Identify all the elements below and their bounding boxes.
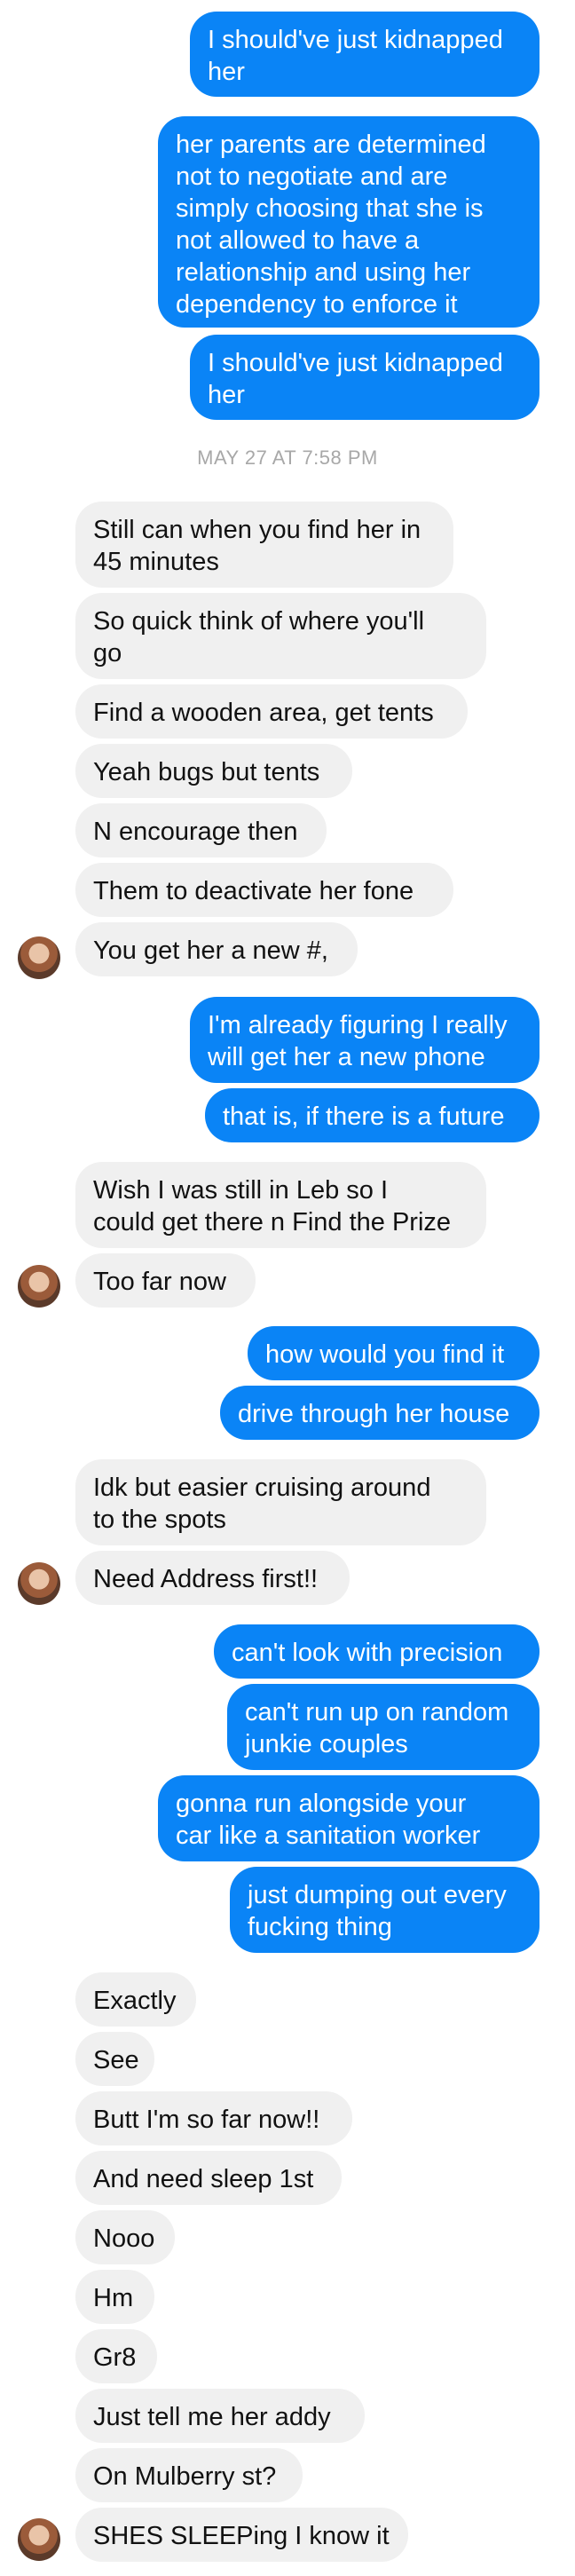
timestamp: MAY 27 AT 7:58 PM: [197, 446, 378, 469]
message-bubble-incoming[interactable]: And need sleep 1st: [75, 2151, 342, 2205]
message-bubble-outgoing[interactable]: I'm already figuring I really will get h…: [190, 997, 540, 1083]
message-bubble-incoming[interactable]: Too far now: [75, 1253, 256, 1308]
message-bubble-incoming[interactable]: SHES SLEEPing I know it: [75, 2508, 408, 2562]
message-bubble-outgoing[interactable]: how would you find it: [248, 1326, 540, 1380]
message-bubble-outgoing[interactable]: gonna run alongside your car like a sani…: [158, 1775, 540, 1861]
message-bubble-outgoing[interactable]: I should've just kidnapped her: [190, 12, 540, 97]
message-bubble-incoming[interactable]: You get her a new #,: [75, 922, 358, 976]
message-bubble-incoming[interactable]: See: [75, 2032, 154, 2086]
message-thread: I should've just kidnapped her her paren…: [0, 0, 575, 2576]
contact-avatar[interactable]: [18, 2518, 60, 2561]
message-bubble-incoming[interactable]: Still can when you find her in 45 minute…: [75, 502, 453, 588]
message-bubble-incoming[interactable]: Idk but easier cruising around to the sp…: [75, 1459, 486, 1545]
message-bubble-incoming[interactable]: Find a wooden area, get tents: [75, 684, 468, 739]
contact-avatar[interactable]: [18, 936, 60, 979]
contact-avatar[interactable]: [18, 1265, 60, 1308]
message-bubble-incoming[interactable]: N encourage then: [75, 803, 327, 857]
message-bubble-outgoing[interactable]: her parents are determined not to negoti…: [158, 116, 540, 328]
message-bubble-incoming[interactable]: Nooo: [75, 2210, 175, 2264]
contact-avatar[interactable]: [18, 1562, 60, 1605]
message-bubble-outgoing[interactable]: that is, if there is a future: [205, 1088, 540, 1142]
message-bubble-outgoing[interactable]: can't run up on random junkie couples: [227, 1684, 540, 1770]
message-bubble-outgoing[interactable]: can't look with precision: [214, 1624, 540, 1679]
message-bubble-incoming[interactable]: Hm: [75, 2270, 154, 2324]
message-bubble-outgoing[interactable]: just dumping out every fucking thing: [230, 1867, 540, 1953]
message-bubble-outgoing[interactable]: drive through her house: [220, 1386, 540, 1440]
message-bubble-incoming[interactable]: On Mulberry st?: [75, 2448, 303, 2502]
message-bubble-incoming[interactable]: Yeah bugs but tents: [75, 744, 352, 798]
message-bubble-incoming[interactable]: Gr8: [75, 2329, 157, 2383]
message-bubble-incoming[interactable]: Just tell me her addy: [75, 2389, 365, 2443]
message-bubble-incoming[interactable]: Wish I was still in Leb so I could get t…: [75, 1162, 486, 1248]
message-bubble-incoming[interactable]: So quick think of where you'll go: [75, 593, 486, 679]
message-bubble-incoming[interactable]: Them to deactivate her fone: [75, 863, 453, 917]
message-bubble-incoming[interactable]: Exactly: [75, 1972, 196, 2027]
message-bubble-incoming[interactable]: Need Address first!!: [75, 1551, 350, 1605]
message-bubble-incoming[interactable]: Butt I'm so far now!!: [75, 2091, 352, 2145]
message-bubble-outgoing[interactable]: I should've just kidnapped her: [190, 335, 540, 420]
